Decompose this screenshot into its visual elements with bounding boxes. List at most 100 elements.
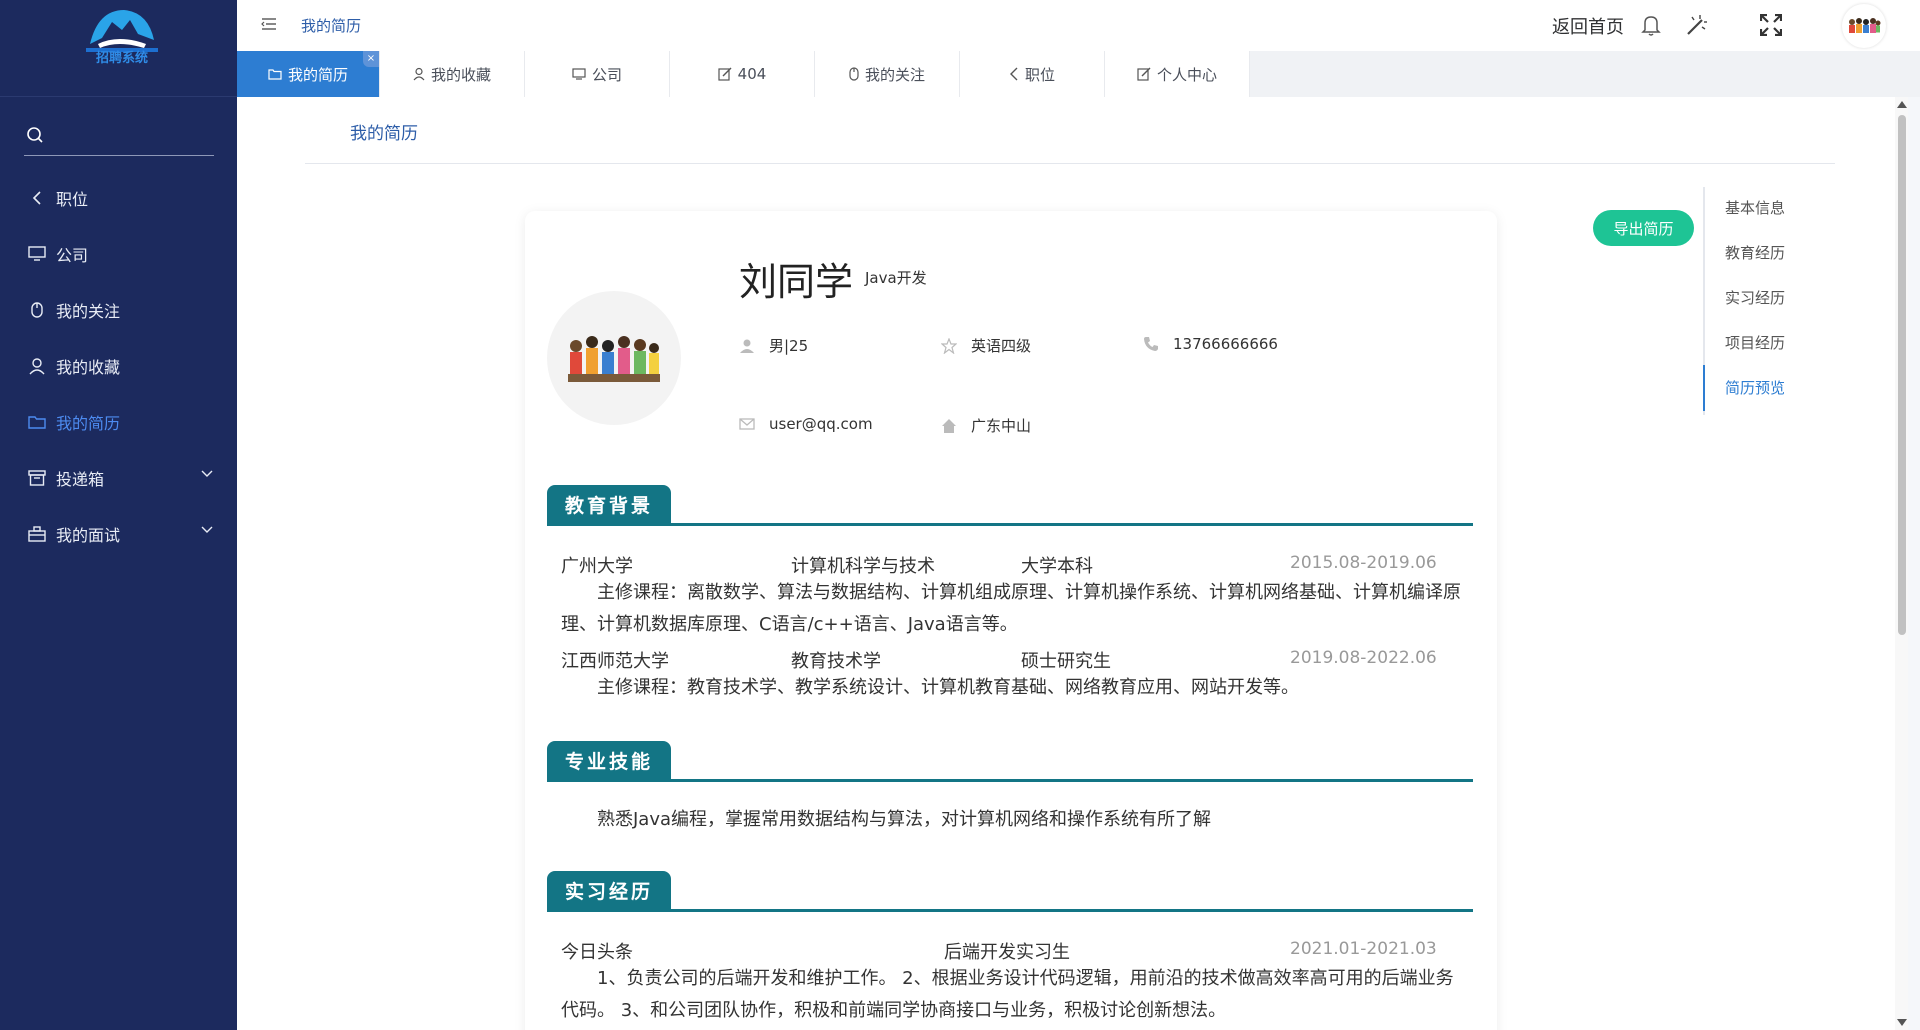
magic-wand-icon[interactable] bbox=[1684, 14, 1708, 36]
sidebar-item-label: 公司 bbox=[56, 246, 89, 265]
topbar: 我的简历 返回首页 bbox=[237, 0, 1920, 51]
main-content: 我的简历 刘同学 Java开发 男|25 英语四级 13766666666 us… bbox=[237, 97, 1908, 1030]
fullscreen-icon[interactable] bbox=[1760, 14, 1782, 36]
tab-following[interactable]: 我的关注 bbox=[815, 51, 960, 97]
section-title: 实习经历 bbox=[547, 871, 671, 909]
intern-desc: 1、负责公司的后端开发和维护工作。 2、根据业务设计代码逻辑，用前沿的技术做高效… bbox=[561, 968, 1454, 1021]
phone-text: 13766666666 bbox=[1173, 335, 1278, 353]
sidebar-item-label: 职位 bbox=[56, 190, 89, 209]
tab-label: 职位 bbox=[1024, 65, 1055, 84]
anchor-projects[interactable]: 项目经历 bbox=[1725, 332, 1785, 353]
gender-age-text: 男|25 bbox=[769, 337, 809, 355]
chevron-left-icon bbox=[26, 187, 48, 209]
candidate-role: Java开发 bbox=[865, 269, 927, 287]
breadcrumb[interactable]: 我的简历 bbox=[301, 15, 361, 36]
section-rule bbox=[547, 909, 1473, 912]
anchor-active-indicator bbox=[1703, 365, 1705, 411]
tab-favorites[interactable]: 我的收藏 bbox=[380, 51, 525, 97]
tab-label: 我的简历 bbox=[287, 65, 348, 84]
location-text: 广东中山 bbox=[971, 417, 1032, 435]
logo-area: 招聘系统 bbox=[0, 0, 237, 97]
chevron-down-icon bbox=[201, 470, 213, 477]
scrollbar[interactable] bbox=[1895, 97, 1908, 1030]
sidebar-search[interactable] bbox=[24, 118, 214, 156]
logo-icon[interactable]: 招聘系统 bbox=[78, 4, 166, 76]
sidebar-item-interviews[interactable]: 我的面试 bbox=[0, 506, 237, 562]
mouse-icon bbox=[849, 67, 859, 81]
mail-icon bbox=[739, 417, 755, 431]
tab-label: 我的收藏 bbox=[430, 65, 491, 84]
section-rule bbox=[547, 523, 1473, 526]
export-resume-button[interactable]: 导出简历 bbox=[1593, 210, 1694, 246]
scroll-down-icon[interactable] bbox=[1897, 1019, 1907, 1026]
edit-icon bbox=[1137, 67, 1151, 81]
chevron-down-icon bbox=[201, 526, 213, 533]
sidebar-item-following[interactable]: 我的关注 bbox=[0, 282, 237, 338]
briefcase-icon bbox=[26, 523, 48, 545]
edu-date: 2019.08-2022.06 bbox=[1290, 648, 1437, 668]
search-icon bbox=[27, 127, 43, 143]
anchor-internship[interactable]: 实习经历 bbox=[1725, 287, 1785, 308]
skills-text: 熟悉Java编程，掌握常用数据结构与算法，对计算机网络和操作系统有所了解 bbox=[597, 809, 1212, 830]
resume-card: 刘同学 Java开发 男|25 英语四级 13766666666 user@qq… bbox=[525, 211, 1497, 1030]
tab-close-button[interactable]: × bbox=[363, 51, 379, 67]
sidebar-item-company[interactable]: 公司 bbox=[0, 226, 237, 282]
intern-position: 后端开发实习生 bbox=[944, 942, 1070, 963]
home-link[interactable]: 返回首页 bbox=[1552, 13, 1624, 39]
edu-school: 江西师范大学 bbox=[561, 651, 669, 672]
sidebar-item-label: 我的面试 bbox=[56, 526, 121, 545]
sidebar-item-label: 我的收藏 bbox=[56, 358, 121, 377]
home-icon bbox=[941, 418, 957, 434]
scrollbar-thumb[interactable] bbox=[1898, 115, 1906, 635]
folder-icon bbox=[268, 68, 282, 80]
divider bbox=[305, 163, 1835, 164]
sidebar-item-label: 投递箱 bbox=[56, 470, 105, 489]
info-gender-age: 男|25 bbox=[739, 335, 808, 356]
monitor-icon bbox=[26, 243, 48, 265]
edu-major: 计算机科学与技术 bbox=[791, 556, 935, 577]
email-text: user@qq.com bbox=[769, 415, 873, 433]
edu-major: 教育技术学 bbox=[791, 651, 881, 672]
sidebar-item-jobs[interactable]: 职位 bbox=[0, 170, 237, 226]
box-icon bbox=[26, 467, 48, 489]
anchor-education[interactable]: 教育经历 bbox=[1725, 242, 1785, 263]
person-icon bbox=[739, 338, 755, 354]
sidebar-item-favorites[interactable]: 我的收藏 bbox=[0, 338, 237, 394]
menu-toggle-icon[interactable] bbox=[261, 16, 277, 32]
avatar-image-icon bbox=[568, 336, 660, 382]
scroll-up-icon[interactable] bbox=[1897, 101, 1907, 108]
logo-text: 招聘系统 bbox=[96, 50, 148, 66]
user-avatar[interactable] bbox=[1842, 4, 1886, 48]
tab-company[interactable]: 公司 bbox=[525, 51, 670, 97]
section-internship-header: 实习经历 bbox=[547, 871, 1473, 912]
edu-degree: 硕士研究生 bbox=[1021, 651, 1111, 672]
anchor-basic-info[interactable]: 基本信息 bbox=[1725, 197, 1785, 218]
edu-courses: 主修课程：教育技术学、教学系统设计、计算机教育基础、网络教育应用、网站开发等。 bbox=[597, 677, 1299, 698]
user-icon bbox=[26, 355, 48, 377]
edu-courses: 主修课程：离散数学、算法与数据结构、计算机组成原理、计算机操作系统、计算机网络基… bbox=[561, 582, 1461, 635]
tab-label: 404 bbox=[737, 65, 767, 83]
sidebar-item-outbox[interactable]: 投递箱 bbox=[0, 450, 237, 506]
tab-my-resume[interactable]: 我的简历 × bbox=[237, 51, 380, 97]
intern-company: 今日头条 bbox=[561, 942, 633, 963]
section-education-header: 教育背景 bbox=[547, 485, 1473, 526]
tab-404[interactable]: 404 bbox=[670, 51, 815, 97]
chevron-left-icon bbox=[1009, 67, 1019, 81]
tab-profile[interactable]: 个人中心 bbox=[1105, 51, 1250, 97]
info-english: 英语四级 bbox=[941, 335, 1031, 356]
folder-icon bbox=[26, 411, 48, 433]
section-rule bbox=[547, 779, 1473, 782]
resume-anchor-nav: 基本信息 教育经历 实习经历 项目经历 简历预览 bbox=[1703, 187, 1823, 415]
anchor-preview[interactable]: 简历预览 bbox=[1725, 377, 1785, 398]
user-icon bbox=[413, 67, 425, 81]
sidebar-item-resume[interactable]: 我的简历 bbox=[0, 394, 237, 450]
tab-label: 公司 bbox=[591, 65, 622, 84]
avatar-image-icon bbox=[1849, 18, 1881, 33]
edit-icon bbox=[718, 67, 732, 81]
bell-icon[interactable] bbox=[1641, 14, 1661, 36]
mouse-icon bbox=[26, 299, 48, 321]
sidebar-menu: 职位 公司 我的关注 我的收藏 我的简历 投递箱 我的面试 bbox=[0, 170, 237, 562]
tab-jobs[interactable]: 职位 bbox=[960, 51, 1105, 97]
tab-label: 个人中心 bbox=[1156, 65, 1217, 84]
edu-degree: 大学本科 bbox=[1021, 556, 1093, 577]
